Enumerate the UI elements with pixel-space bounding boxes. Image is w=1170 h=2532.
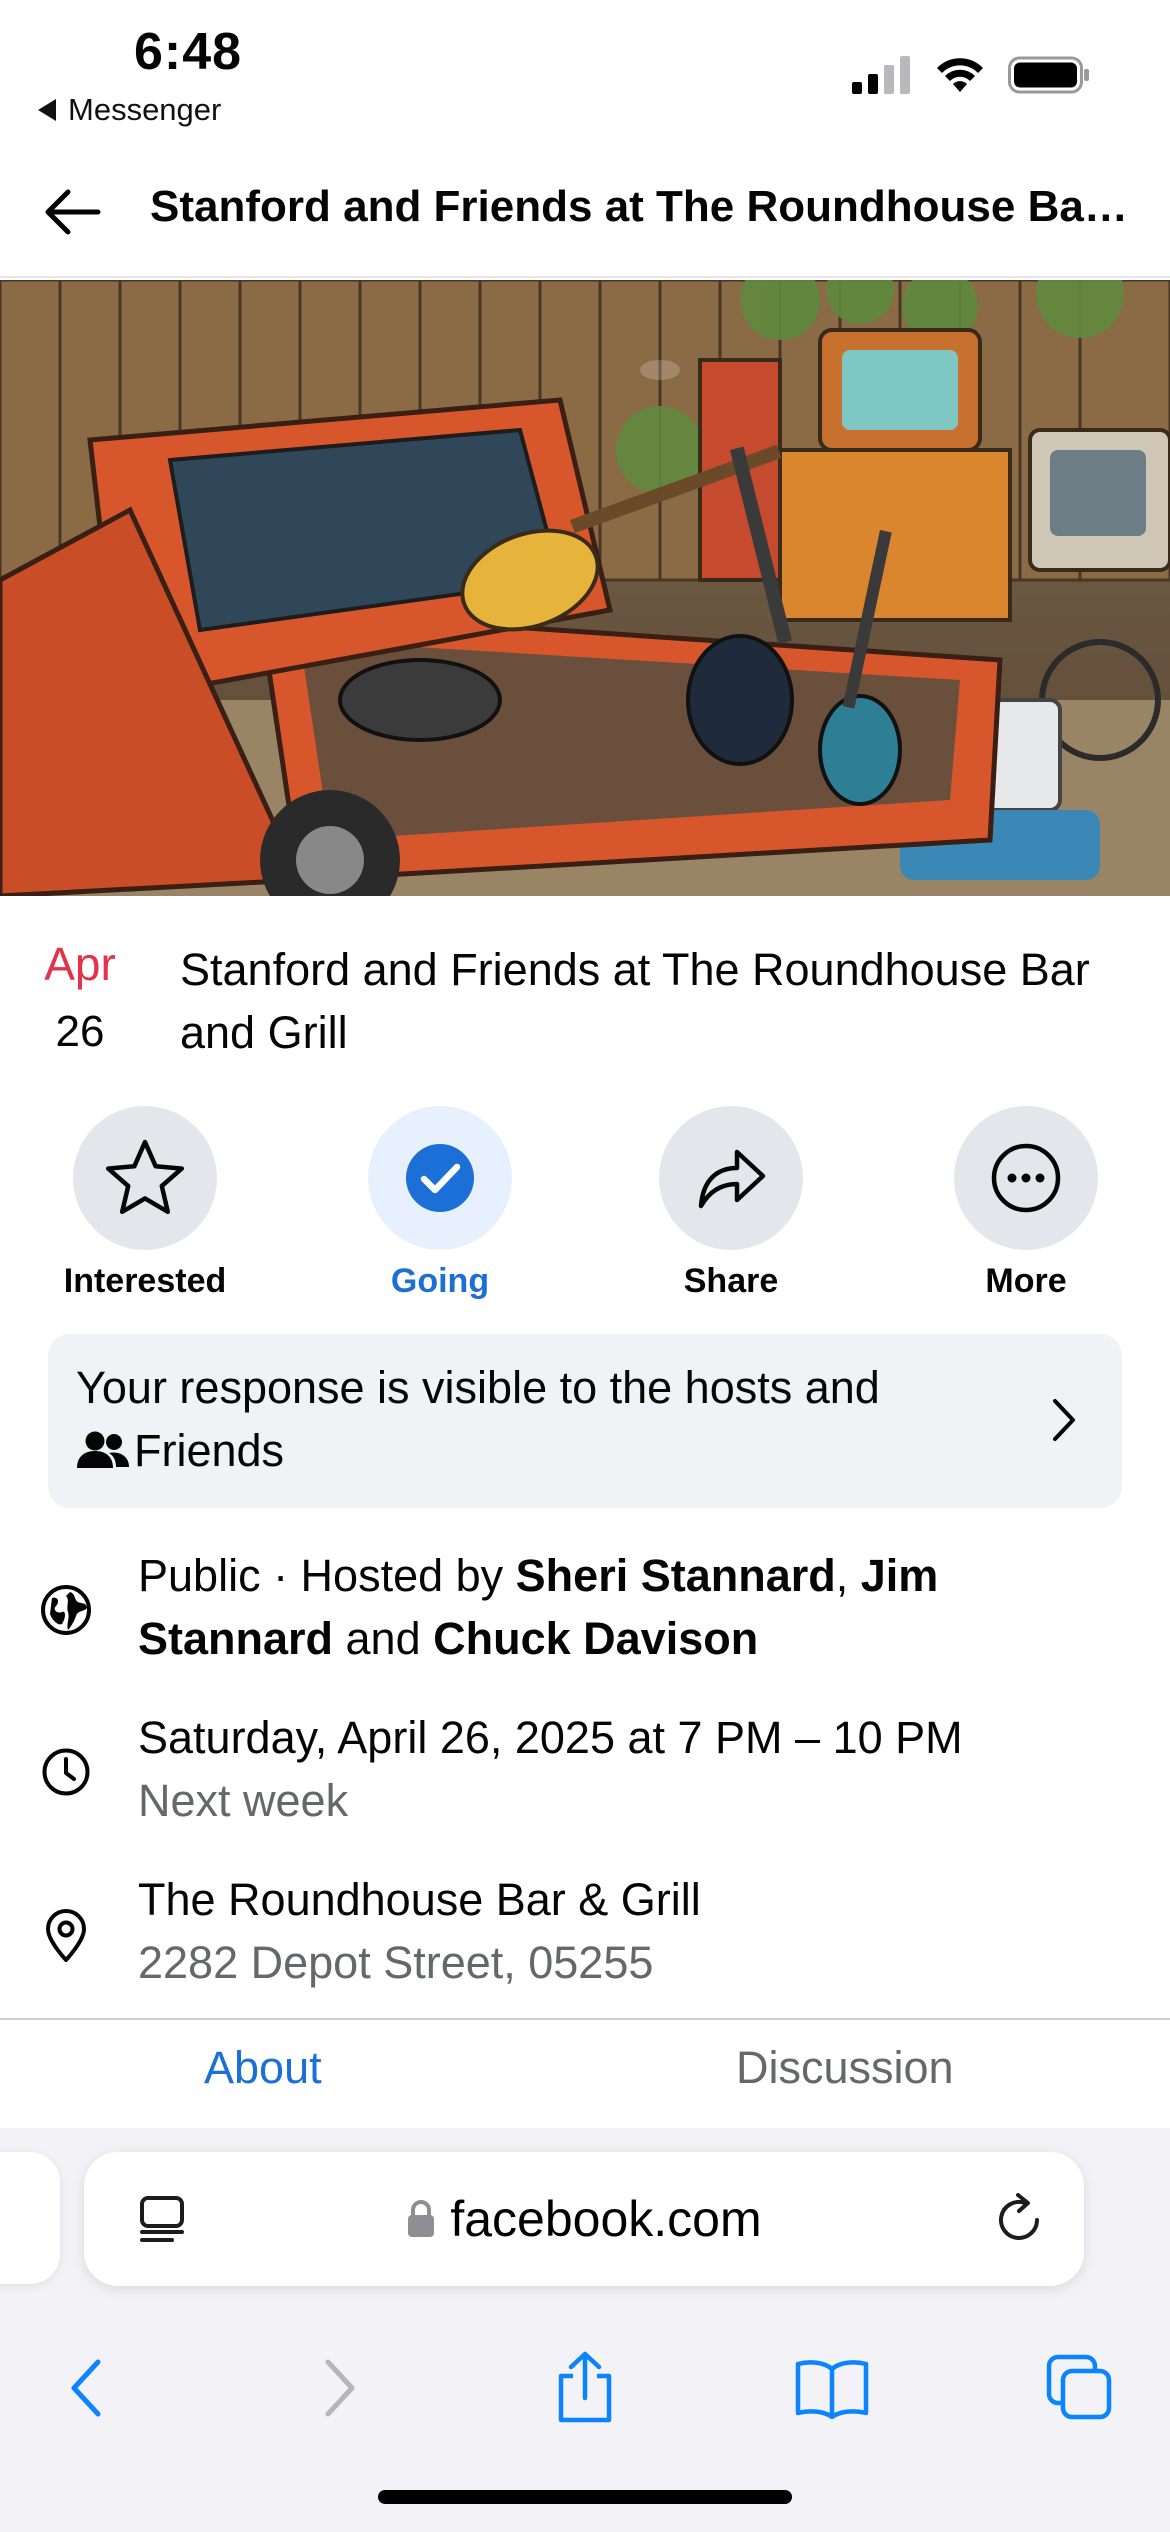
response-visibility-notice[interactable]: Your response is visible to the hosts an… bbox=[48, 1334, 1122, 1508]
star-icon bbox=[105, 1139, 185, 1215]
going-circle bbox=[368, 1106, 512, 1250]
browser-forward-button[interactable] bbox=[280, 2328, 400, 2448]
share-arrow-icon bbox=[698, 1149, 766, 1209]
more-label: More bbox=[985, 1262, 1067, 1300]
time-sub: Next week bbox=[138, 1775, 349, 1826]
back-button[interactable] bbox=[36, 180, 108, 244]
notice-line2: Friends bbox=[134, 1425, 285, 1476]
notice-text: Your response is visible to the hosts an… bbox=[76, 1356, 1016, 1486]
lock-icon bbox=[408, 2200, 435, 2237]
chevron-right-icon bbox=[1050, 1396, 1078, 1449]
interested-label: Interested bbox=[63, 1262, 227, 1300]
previous-tab-card[interactable] bbox=[0, 2152, 60, 2284]
globe-icon bbox=[40, 1584, 92, 1636]
clock-icon bbox=[40, 1746, 92, 1798]
host-separator-1: , bbox=[835, 1550, 861, 1601]
back-to-messenger[interactable]: Messenger bbox=[38, 92, 221, 128]
header-title: Stanford and Friends at The Roundhouse B… bbox=[150, 182, 1140, 231]
forward-icon bbox=[325, 2359, 355, 2417]
host-chuck-davison[interactable]: Chuck Davison bbox=[433, 1613, 758, 1664]
host-separator-2: and bbox=[333, 1613, 434, 1664]
more-circle bbox=[954, 1106, 1098, 1250]
location-main: The Roundhouse Bar & Grill bbox=[138, 1874, 701, 1925]
url-display: facebook.com bbox=[84, 2152, 1084, 2286]
notice-line1: Your response is visible to the hosts an… bbox=[76, 1362, 880, 1413]
url-text: facebook.com bbox=[450, 2191, 762, 2247]
event-tabs: About Discussion bbox=[0, 2018, 1170, 2128]
address-bar[interactable]: facebook.com bbox=[84, 2152, 1084, 2286]
status-bar: 6:48 Messenger bbox=[0, 0, 1170, 150]
cover-illustration bbox=[0, 280, 1170, 896]
host-sheri-stannard[interactable]: Sheri Stannard bbox=[516, 1550, 836, 1601]
check-circle-icon bbox=[406, 1144, 474, 1212]
home-indicator[interactable] bbox=[378, 2490, 792, 2504]
wifi-icon bbox=[937, 58, 983, 92]
event-date-month: Apr bbox=[44, 938, 116, 990]
tab-about[interactable]: About bbox=[204, 2042, 322, 2094]
tab-discussion[interactable]: Discussion bbox=[736, 2042, 954, 2094]
back-app-label: Messenger bbox=[68, 92, 222, 127]
browser-bookmarks-button[interactable] bbox=[772, 2328, 892, 2448]
status-icons bbox=[852, 56, 1090, 94]
location-pin-icon bbox=[40, 1909, 92, 1962]
tabs-icon bbox=[1046, 2354, 1112, 2420]
event-date-day: 26 bbox=[55, 1007, 105, 1056]
event-cover-image[interactable] bbox=[0, 280, 1170, 896]
event-title: Stanford and Friends at The Roundhouse B… bbox=[180, 944, 1090, 1058]
browser-tabs-button[interactable] bbox=[1020, 2328, 1140, 2448]
location-sub: 2282 Depot Street, 05255 bbox=[138, 1937, 654, 1988]
friends-icon bbox=[76, 1423, 130, 1486]
arrow-left-icon bbox=[45, 189, 101, 235]
going-button[interactable]: Going bbox=[330, 1106, 550, 1301]
bookmarks-icon bbox=[795, 2360, 869, 2419]
going-label: Going bbox=[390, 1262, 490, 1300]
privacy-text: Public · Hosted by Sheri Stannard, Jim S… bbox=[138, 1544, 1138, 1670]
share-button[interactable]: Share bbox=[621, 1106, 841, 1301]
back-icon bbox=[71, 2359, 101, 2417]
reload-icon[interactable] bbox=[992, 2192, 1046, 2251]
browser-toolbar bbox=[0, 2328, 1170, 2448]
time-main: Saturday, April 26, 2025 at 7 PM – 10 PM bbox=[138, 1712, 963, 1763]
browser-share-button[interactable] bbox=[525, 2328, 645, 2448]
event-date: Apr 26 bbox=[40, 936, 120, 1060]
event-actions: Interested Going Share More bbox=[0, 1106, 1170, 1306]
share-icon bbox=[558, 2351, 612, 2423]
cellular-signal-icon bbox=[852, 56, 910, 94]
more-button[interactable]: More bbox=[916, 1106, 1136, 1301]
interested-circle bbox=[73, 1106, 217, 1250]
share-label: Share bbox=[683, 1262, 779, 1300]
browser-back-button[interactable] bbox=[26, 2328, 146, 2448]
status-time: 6:48 bbox=[134, 23, 243, 81]
back-triangle-icon bbox=[38, 99, 56, 121]
share-circle bbox=[659, 1106, 803, 1250]
more-dots-icon bbox=[991, 1143, 1061, 1213]
browser-chrome: facebook.com bbox=[0, 2128, 1170, 2532]
battery-icon bbox=[1008, 56, 1089, 94]
event-header: Stanford and Friends at The Roundhouse B… bbox=[0, 150, 1170, 278]
interested-button[interactable]: Interested bbox=[35, 1106, 255, 1301]
privacy-prefix: Public · Hosted by bbox=[138, 1550, 516, 1601]
